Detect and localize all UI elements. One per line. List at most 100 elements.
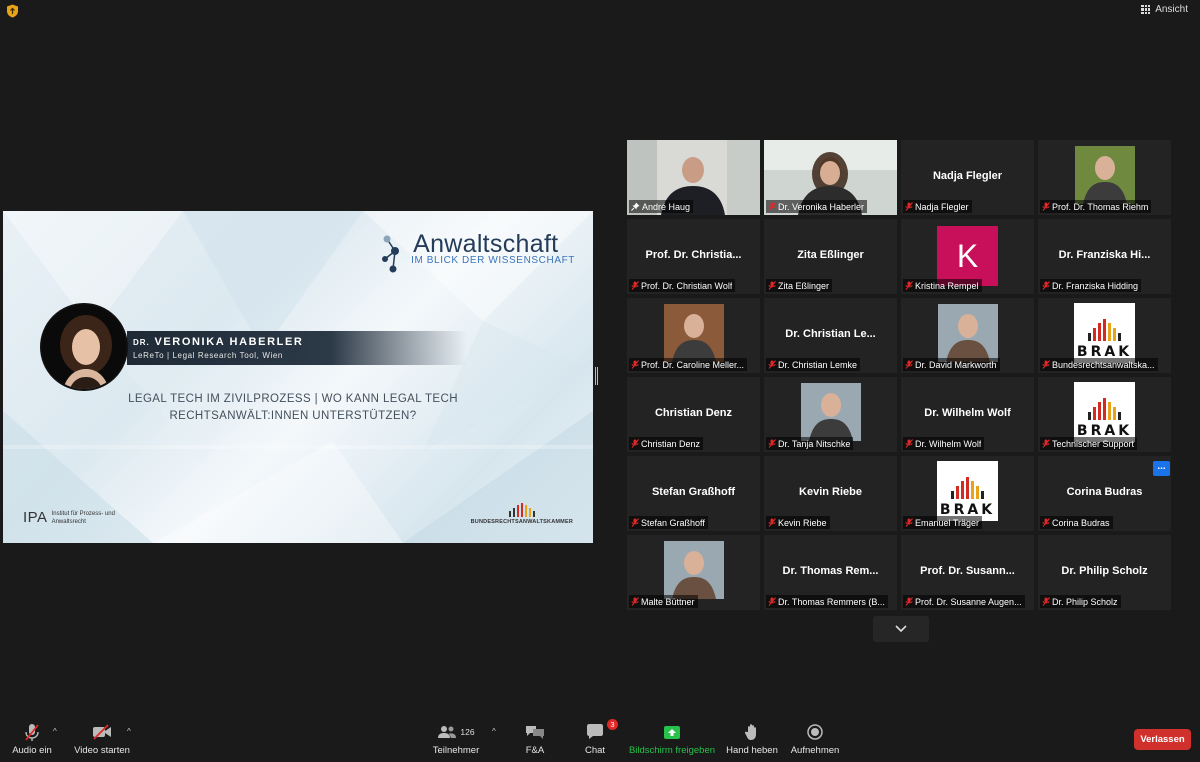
participant-tile[interactable]: BRAK Bundesrechtsanwaltska... — [1038, 298, 1171, 373]
participant-name-label: Corina Budras — [1040, 516, 1113, 529]
participant-name-label: Prof. Dr. Susanne Augen... — [903, 595, 1025, 608]
participant-tile[interactable]: Dr. David Markworth — [901, 298, 1034, 373]
participant-tile[interactable]: Dr. Philip Scholz Dr. Philip Scholz — [1038, 535, 1171, 610]
participant-display-name: Christian Denz — [654, 407, 732, 419]
participant-display-name: Dr. Franziska Hi... — [1058, 249, 1151, 261]
participant-tile[interactable]: Zita Eßlinger Zita Eßlinger — [764, 219, 897, 294]
shield-icon[interactable] — [6, 4, 19, 18]
participant-photo — [664, 541, 724, 599]
participant-tile[interactable]: Prof. Dr. Caroline Meller... — [627, 298, 760, 373]
shared-screen[interactable]: Anwaltschaft IM BLICK DER WISSENSCHAFT D… — [3, 211, 593, 543]
video-options-caret-icon[interactable]: ^ — [127, 727, 131, 736]
participant-initial-avatar: K — [937, 226, 998, 286]
audio-options-caret-icon[interactable]: ^ — [53, 727, 57, 736]
participant-name-label: Dr. Tanja Nitschke — [766, 437, 854, 450]
participants-options-caret-icon[interactable]: ^ — [492, 727, 496, 736]
participant-tile[interactable]: Dr. Christian Le... Dr. Christian Lemke — [764, 298, 897, 373]
raise-hand-button[interactable]: Hand heben — [726, 722, 778, 756]
mic-off-icon — [768, 360, 776, 369]
participant-tile[interactable]: Dr. Tanja Nitschke — [764, 377, 897, 452]
mic-off-icon — [768, 202, 776, 211]
qa-button[interactable]: F&A — [515, 722, 555, 756]
participants-count: 126 — [460, 727, 475, 737]
mic-off-icon — [1042, 281, 1050, 290]
participant-tile[interactable]: Christian Denz Christian Denz — [627, 377, 760, 452]
chat-badge: 3 — [607, 719, 618, 730]
participant-tile[interactable]: Nadja Flegler Nadja Flegler — [901, 140, 1034, 215]
mic-off-icon — [905, 360, 913, 369]
grid-view-icon — [1141, 5, 1151, 14]
more-options-button[interactable]: ... — [1153, 461, 1170, 476]
participant-gallery: André Haug Dr. Veronika Haberler Nadja Fle… — [627, 140, 1173, 610]
participant-display-name: Kevin Riebe — [799, 486, 862, 498]
mic-off-icon — [1042, 439, 1050, 448]
participant-name: Stefan Graßhoff — [641, 517, 705, 528]
brak-bars-icon — [951, 473, 984, 499]
participant-tile[interactable]: Corina Budras Corina Budras — [1038, 456, 1171, 531]
participant-name: Bundesrechtsanwaltska... — [1052, 359, 1155, 370]
participant-display-name: Stefan Graßhoff — [651, 486, 736, 498]
participant-name: Christian Denz — [641, 438, 701, 449]
mic-off-icon — [631, 439, 639, 448]
audio-button[interactable]: Audio ein — [8, 722, 56, 756]
participant-tile[interactable]: Malte Büttner — [627, 535, 760, 610]
portrait-image — [42, 305, 126, 389]
participant-photo — [801, 383, 861, 441]
participant-tile[interactable]: Dr. Franziska Hi... Dr. Franziska Hidding — [1038, 219, 1171, 294]
gallery-next-page-button[interactable] — [873, 616, 929, 642]
participant-name: Prof. Dr. Christian Wolf — [641, 280, 733, 291]
chevron-down-icon — [895, 625, 907, 633]
participant-tile[interactable]: André Haug — [627, 140, 760, 215]
participant-name: Dr. Veronika Haberler — [778, 201, 865, 212]
participant-tile[interactable]: Prof. Dr. Thomas Riehm — [1038, 140, 1171, 215]
participants-icon — [438, 726, 457, 738]
brak-logo: BRAK — [937, 461, 998, 521]
panel-splitter-handle[interactable] — [595, 367, 598, 385]
hand-icon — [744, 724, 756, 740]
participant-tile[interactable]: BRAK Technischer Support — [1038, 377, 1171, 452]
participant-name-label: Dr. Christian Lemke — [766, 358, 861, 371]
brak-bars-icon — [471, 503, 573, 517]
brak-bars-icon — [1088, 315, 1121, 341]
participant-name-label: Prof. Dr. Christian Wolf — [629, 279, 736, 292]
participant-display-name: Prof. Dr. Susann... — [920, 565, 1015, 577]
participant-tile[interactable]: Dr. Thomas Rem... Dr. Thomas Remmers (B..… — [764, 535, 897, 610]
video-button[interactable]: Video starten — [74, 722, 130, 756]
share-screen-label: Bildschirm freigeben — [628, 745, 716, 756]
brak-logo: BRAK — [1074, 382, 1135, 442]
mic-off-icon — [905, 281, 913, 290]
leave-button[interactable]: Verlassen — [1134, 729, 1191, 750]
participant-name-label: Kevin Riebe — [766, 516, 830, 529]
share-screen-button[interactable]: Bildschirm freigeben — [628, 722, 716, 756]
participant-tile[interactable]: BRAK Emanuel Träger — [901, 456, 1034, 531]
participant-name: Dr. Christian Lemke — [778, 359, 858, 370]
footer-brak-logo: BUNDESRECHTSANWALTSKAMMER — [471, 503, 573, 525]
participant-name: Technischer Support — [1052, 438, 1135, 449]
pin-icon — [631, 202, 640, 211]
participant-name-label: Emanuel Träger — [903, 516, 983, 529]
ipa-text: Institut für Prozess- und Anwaltsrecht — [51, 510, 115, 525]
mic-off-icon — [631, 281, 639, 290]
participant-tile[interactable]: Kevin Riebe Kevin Riebe — [764, 456, 897, 531]
participant-tile[interactable]: Prof. Dr. Christia... Prof. Dr. Christian… — [627, 219, 760, 294]
participant-tile[interactable]: Dr. Wilhelm Wolf Dr. Wilhelm Wolf — [901, 377, 1034, 452]
view-button[interactable]: Ansicht — [1141, 4, 1188, 15]
participant-tile[interactable]: Prof. Dr. Susann... Prof. Dr. Susanne Aug… — [901, 535, 1034, 610]
participant-name: Zita Eßlinger — [778, 280, 830, 291]
participant-tile[interactable]: Dr. Veronika Haberler — [764, 140, 897, 215]
ipa-mark: IPA — [23, 509, 48, 526]
participant-display-name: Nadja Flegler — [932, 170, 1003, 182]
participant-tile[interactable]: K Kristina Rempel — [901, 219, 1034, 294]
participant-photo — [1075, 146, 1135, 204]
speaker-name: DR. VERONIKA HABERLER — [133, 336, 303, 348]
participant-photo — [938, 304, 998, 362]
chat-button[interactable]: 3 Chat — [578, 719, 618, 756]
brand-subtitle: IM BLICK DER WISSENSCHAFT — [411, 255, 575, 266]
participants-button[interactable]: 126 Teilnehmer — [430, 722, 482, 756]
record-button[interactable]: Aufnehmen — [788, 722, 842, 756]
mic-off-icon — [905, 202, 913, 211]
participant-name: André Haug — [642, 201, 691, 212]
participant-tile[interactable]: Stefan Graßhoff Stefan Graßhoff — [627, 456, 760, 531]
participant-name: Dr. David Markworth — [915, 359, 997, 370]
participant-name-label: Dr. David Markworth — [903, 358, 1000, 371]
